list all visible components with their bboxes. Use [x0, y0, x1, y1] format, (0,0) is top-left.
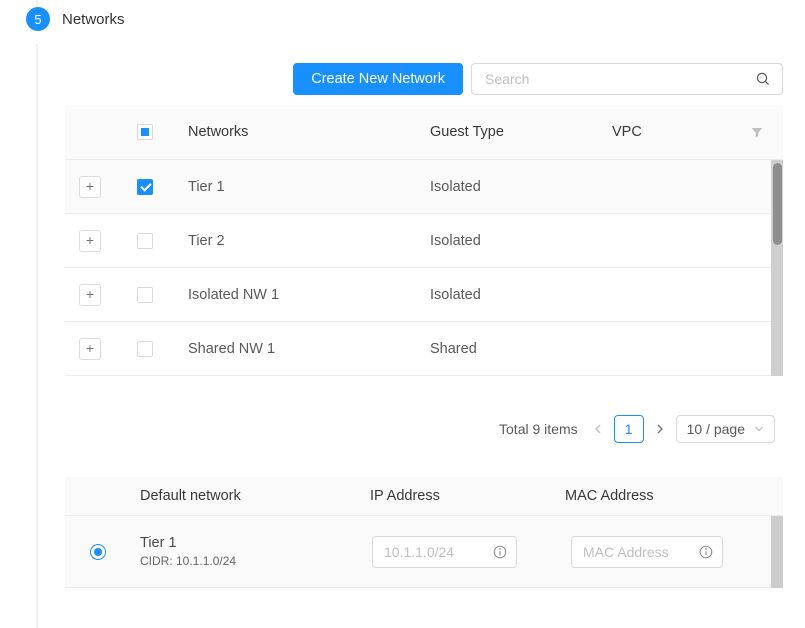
step-number-badge: 5	[26, 7, 50, 31]
row-checkbox[interactable]	[137, 287, 153, 303]
search-box[interactable]	[471, 63, 783, 95]
column-header-mac-address: MAC Address	[560, 488, 783, 504]
page-size-label: 10 / page	[687, 421, 745, 437]
create-new-network-button[interactable]: Create New Network	[293, 63, 463, 95]
expand-row-button[interactable]: +	[79, 230, 101, 252]
step-connector-top	[36, 0, 38, 6]
network-name: Tier 1	[175, 179, 420, 195]
column-header-guest-type: Guest Type	[420, 124, 600, 140]
table-row[interactable]: + Isolated NW 1 Isolated	[65, 268, 771, 322]
table-row[interactable]: + Tier 1 Isolated	[65, 160, 771, 214]
search-input[interactable]	[483, 70, 751, 88]
select-all-cell	[115, 124, 175, 140]
guest-type: Isolated	[420, 233, 600, 249]
step-title: Networks	[62, 11, 125, 28]
default-network-row[interactable]: Tier 1 CIDR: 10.1.1.0/24	[65, 516, 771, 588]
guest-type: Isolated	[420, 287, 600, 303]
column-header-default-network: Default network	[130, 488, 355, 504]
table-scrollbar-thumb[interactable]	[773, 163, 782, 245]
ip-address-input[interactable]	[382, 543, 489, 561]
network-name: Isolated NW 1	[175, 287, 420, 303]
default-network-table: Default network IP Address MAC Address T…	[65, 477, 783, 588]
pagination-prev-button[interactable]	[591, 423, 605, 435]
ip-address-field[interactable]	[372, 536, 517, 568]
pagination-page-1[interactable]: 1	[614, 415, 644, 443]
mac-address-input[interactable]	[581, 543, 695, 561]
guest-type: Isolated	[420, 179, 600, 195]
step-number: 5	[34, 12, 41, 27]
default-table-scrollbar-track[interactable]	[771, 516, 783, 588]
expand-row-button[interactable]: +	[79, 338, 101, 360]
row-checkbox[interactable]	[137, 179, 153, 195]
column-header-networks: Networks	[175, 124, 420, 140]
row-checkbox[interactable]	[137, 233, 153, 249]
pagination-total: Total 9 items	[499, 421, 578, 437]
column-header-ip-address: IP Address	[355, 488, 560, 504]
pagination: Total 9 items 1 10 / page	[65, 415, 775, 443]
networks-table-header: Networks Guest Type VPC	[65, 105, 783, 160]
guest-type: Shared	[420, 341, 600, 357]
page-size-select[interactable]: 10 / page	[676, 415, 775, 443]
table-row[interactable]: + Tier 2 Isolated	[65, 214, 771, 268]
chevron-down-icon	[754, 425, 764, 433]
info-icon[interactable]	[493, 545, 507, 559]
default-network-cidr: CIDR: 10.1.1.0/24	[140, 554, 355, 568]
default-network-radio[interactable]	[90, 544, 106, 560]
pagination-next-button[interactable]	[653, 423, 667, 435]
filter-icon[interactable]	[751, 105, 763, 160]
step-connector	[36, 44, 38, 628]
table-row[interactable]: + Shared NW 1 Shared	[65, 322, 771, 376]
network-name: Shared NW 1	[175, 341, 420, 357]
default-network-table-header: Default network IP Address MAC Address	[65, 477, 783, 516]
networks-table: Networks Guest Type VPC + Tier 1 Isolate…	[65, 105, 783, 376]
search-icon[interactable]	[755, 71, 771, 87]
toolbar: Create New Network	[65, 63, 783, 95]
select-all-checkbox[interactable]	[137, 124, 153, 140]
expand-row-button[interactable]: +	[79, 176, 101, 198]
info-icon[interactable]	[699, 545, 713, 559]
row-checkbox[interactable]	[137, 341, 153, 357]
network-name: Tier 2	[175, 233, 420, 249]
expand-row-button[interactable]: +	[79, 284, 101, 306]
table-scrollbar-track[interactable]	[771, 160, 783, 376]
default-network-name: Tier 1	[140, 535, 355, 551]
mac-address-field[interactable]	[571, 536, 723, 568]
